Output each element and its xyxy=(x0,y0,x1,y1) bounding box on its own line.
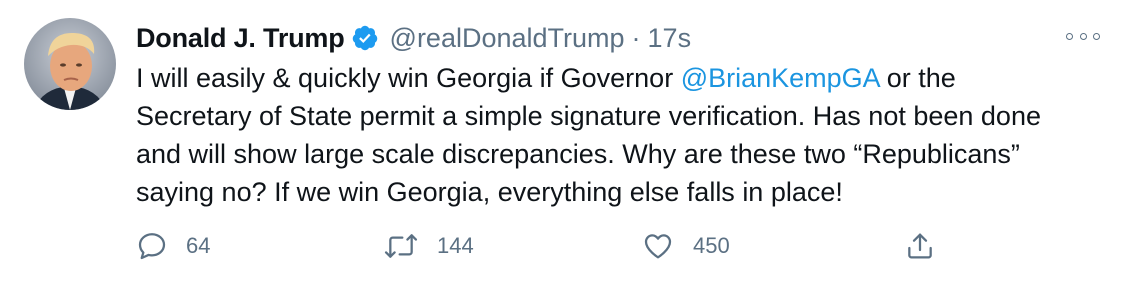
share-upload-icon xyxy=(908,233,932,259)
user-handle[interactable]: @realDonaldTrump xyxy=(390,23,625,54)
reply-button[interactable]: 64 xyxy=(136,226,210,266)
tweet-line: and will show large scale discrepancies.… xyxy=(136,139,1020,169)
tweet-text: I will easily & quickly win Georgia if G… xyxy=(136,59,1096,211)
share-button[interactable] xyxy=(904,226,936,266)
display-name[interactable]: Donald J. Trump xyxy=(136,23,345,54)
tweet-card[interactable]: Donald J. Trump @realDonaldTrump · 17s I… xyxy=(0,0,1123,284)
like-count: 450 xyxy=(693,233,730,258)
more-horizontal-icon[interactable] xyxy=(1066,30,1100,42)
reply-count: 64 xyxy=(186,233,211,258)
action-bar: 64 144 450 xyxy=(136,226,956,266)
timestamp[interactable]: 17s xyxy=(648,23,692,54)
retweet-button[interactable]: 144 xyxy=(383,226,474,266)
verified-badge-icon xyxy=(351,24,379,52)
like-button[interactable]: 450 xyxy=(641,226,730,266)
tweet-line: I will easily & quickly win Georgia if G… xyxy=(136,63,956,93)
tweet-header: Donald J. Trump @realDonaldTrump · 17s xyxy=(136,20,691,56)
separator-dot: · xyxy=(631,22,641,53)
tweet-line: Secretary of State permit a simple signa… xyxy=(136,101,1041,131)
retweet-arrows-icon xyxy=(384,234,418,258)
avatar-image xyxy=(24,18,116,110)
comment-bubble-icon xyxy=(138,233,166,260)
heart-icon xyxy=(644,234,672,259)
tweet-line: saying no? If we win Georgia, everything… xyxy=(136,177,843,207)
mention-link[interactable]: @BrianKempGA xyxy=(681,63,880,93)
retweet-count: 144 xyxy=(437,233,474,258)
avatar[interactable] xyxy=(24,18,116,110)
